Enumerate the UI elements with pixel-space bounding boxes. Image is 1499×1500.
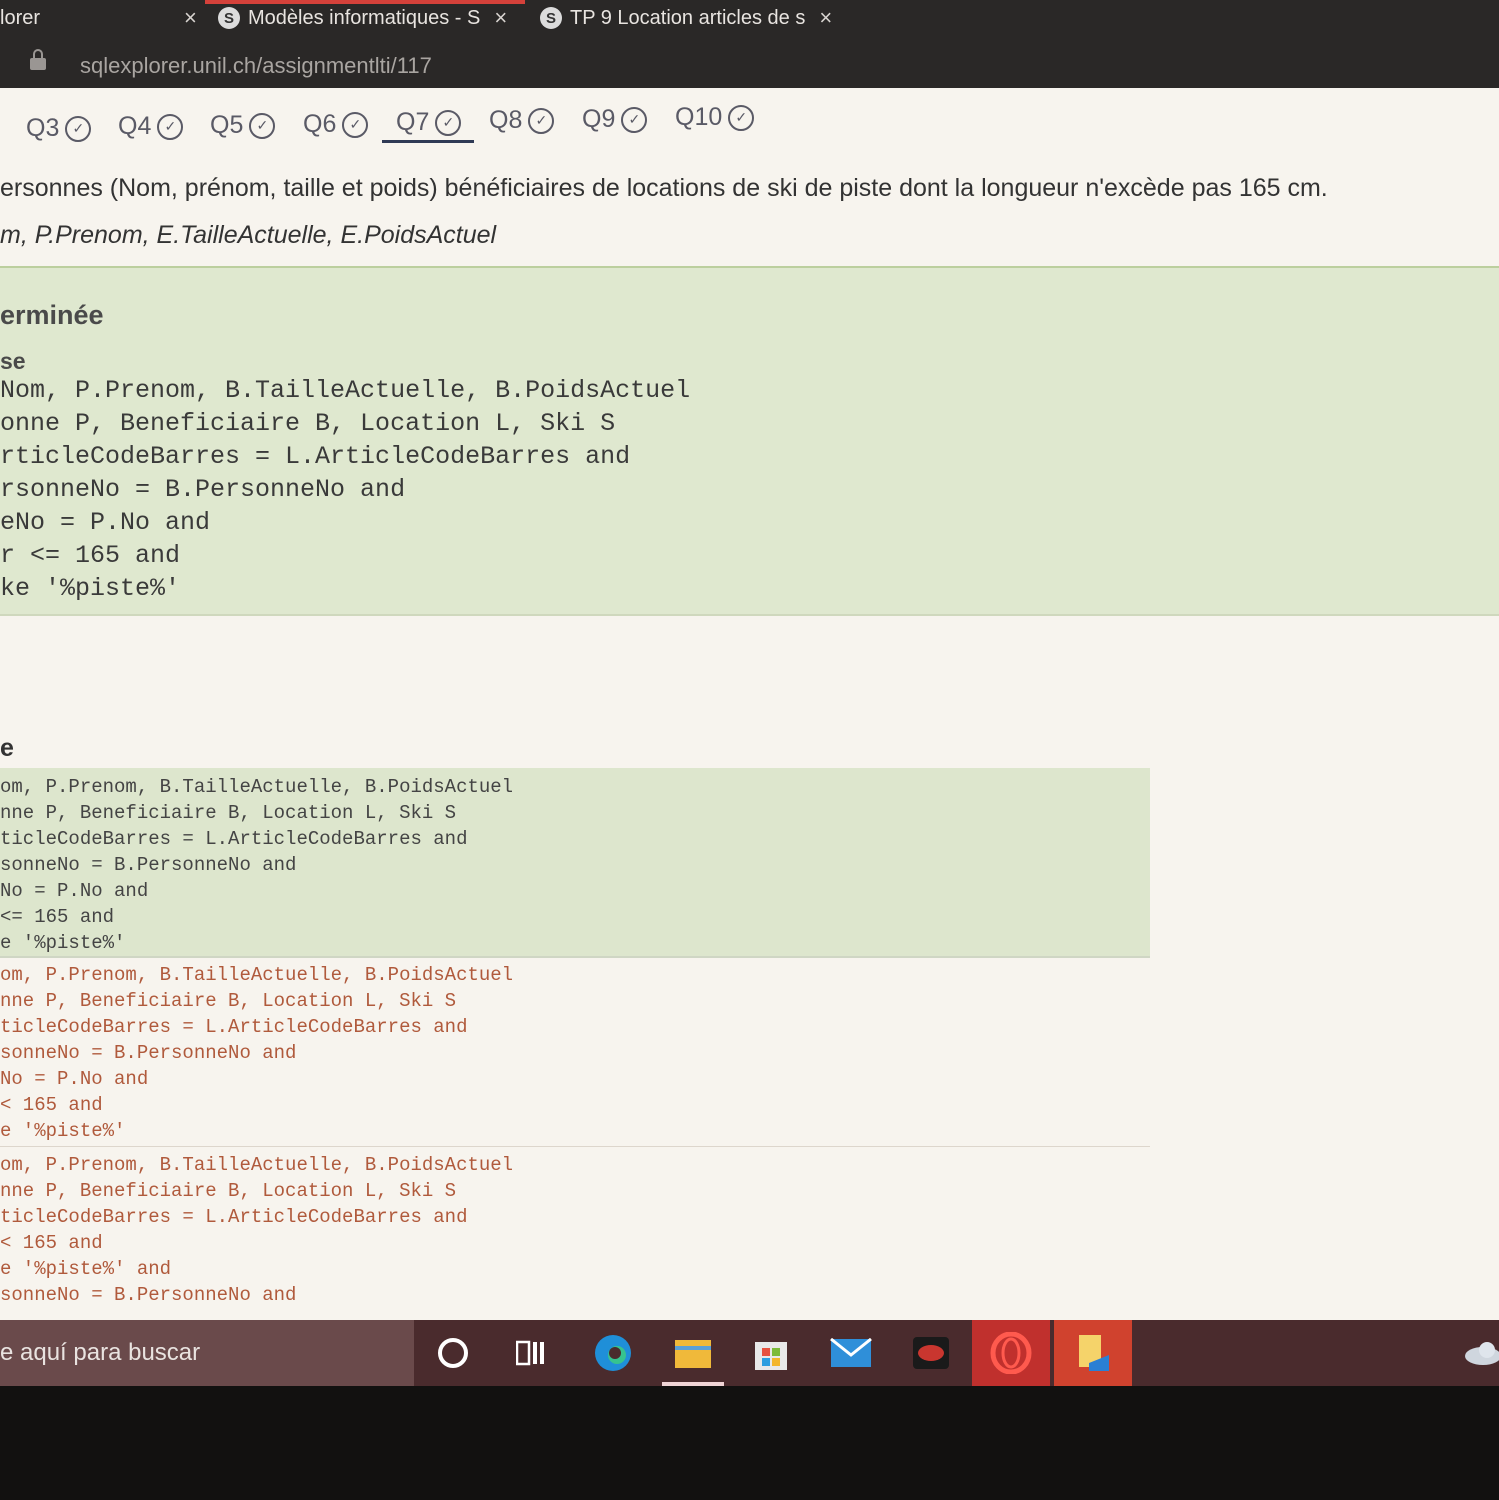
question-tab-q6[interactable]: Q6 ✓: [303, 110, 369, 139]
code-line: e '%piste%' and: [0, 1258, 172, 1280]
question-text: ersonnes (Nom, prénom, taille et poids) …: [0, 174, 1328, 202]
site-icon: S: [540, 7, 562, 29]
code-line: nne P, Beneficiaire B, Location L, Ski S: [0, 802, 457, 824]
check-circle-icon: ✓: [342, 111, 369, 138]
code-line: nne P, Beneficiaire B, Location L, Ski S: [0, 990, 457, 1012]
question-tab-label: Q7: [396, 108, 430, 136]
question-tab-label: Q5: [210, 111, 244, 139]
site-icon: S: [218, 7, 240, 29]
question-tab-label: Q4: [118, 112, 152, 140]
code-line: rticleCodeBarres = L.ArticleCodeBarres a…: [0, 442, 631, 471]
cortana-icon[interactable]: [430, 1330, 476, 1376]
code-line: om, P.Prenom, B.TailleActuelle, B.PoidsA…: [0, 776, 514, 798]
tab-label: lorer: [0, 6, 41, 29]
history-entry-3[interactable]: om, P.Prenom, B.TailleActuelle, B.PoidsA…: [0, 1152, 513, 1308]
code-line: sonneNo = B.PersonneNo and: [0, 1284, 297, 1306]
code-line: < 165 and: [0, 1094, 103, 1116]
check-circle-icon: ✓: [249, 112, 276, 139]
tab-sqlexplorer[interactable]: lorer ×: [0, 0, 200, 36]
close-icon[interactable]: ×: [184, 5, 197, 31]
history-entry-2[interactable]: om, P.Prenom, B.TailleActuelle, B.PoidsA…: [0, 962, 513, 1144]
code-line: ticleCodeBarres = L.ArticleCodeBarres an…: [0, 828, 468, 850]
question-tab-q3[interactable]: Q3 ✓: [26, 114, 92, 143]
history-entry-1[interactable]: om, P.Prenom, B.TailleActuelle, B.PoidsA…: [0, 774, 513, 956]
opera-icon[interactable]: [988, 1330, 1034, 1376]
code-line: onne P, Beneficiaire B, Location L, Ski …: [0, 409, 616, 438]
code-line: No = P.No and: [0, 1068, 149, 1090]
code-line: om, P.Prenom, B.TailleActuelle, B.PoidsA…: [0, 1154, 514, 1176]
assignment-page: Q3 ✓ Q4 ✓ Q5 ✓ Q6 ✓ Q7 ✓ Q8 ✓ Q9 ✓ Q10 ✓…: [0, 88, 1499, 1320]
code-line: eNo = P.No and: [0, 508, 211, 537]
url-path: /assignmentlti/117: [256, 53, 432, 78]
question-tab-label: Q8: [489, 106, 523, 134]
tab-tp9-location[interactable]: S TP 9 Location articles de s ×: [540, 0, 850, 36]
question-tab-label: Q10: [675, 103, 723, 131]
close-icon[interactable]: ×: [494, 5, 507, 31]
document-icon[interactable]: [1070, 1330, 1116, 1376]
code-line: ticleCodeBarres = L.ArticleCodeBarres an…: [0, 1206, 468, 1228]
check-circle-icon: ✓: [621, 106, 648, 133]
history-divider: [0, 1146, 1150, 1147]
code-line: sonneNo = B.PersonneNo and: [0, 854, 297, 876]
result-status: erminée: [0, 300, 104, 330]
weather-cloud-icon[interactable]: [1460, 1330, 1499, 1376]
expected-columns: m, P.Prenom, E.TailleActuelle, E.PoidsAc…: [0, 221, 497, 249]
taskbar-search-box[interactable]: e aquí para buscar: [0, 1320, 414, 1386]
question-nav: Q3 ✓ Q4 ✓ Q5 ✓ Q6 ✓ Q7 ✓ Q8 ✓ Q9 ✓ Q10 ✓: [0, 88, 1499, 158]
browser-tab-bar: lorer × S Modèles informatiques - S × S …: [0, 0, 1499, 36]
search-placeholder: e aquí para buscar: [0, 1339, 201, 1366]
edge-icon[interactable]: [590, 1330, 636, 1376]
store-icon[interactable]: [748, 1330, 794, 1376]
task-view-icon[interactable]: [508, 1330, 554, 1376]
tab-modeles-informatiques[interactable]: S Modèles informatiques - S ×: [218, 0, 523, 36]
question-tab-q10[interactable]: Q10 ✓: [675, 103, 755, 132]
check-circle-icon: ✓: [435, 109, 462, 136]
question-tab-label: Q6: [303, 110, 337, 138]
question-tab-q4[interactable]: Q4 ✓: [118, 112, 184, 141]
windows-taskbar: e aquí para buscar: [0, 1320, 1499, 1386]
code-line: Nom, P.Prenom, B.TailleActuelle, B.Poids…: [0, 376, 691, 405]
code-line: < 165 and: [0, 1232, 103, 1254]
app-icon[interactable]: [908, 1330, 954, 1376]
mail-icon[interactable]: [828, 1330, 874, 1376]
check-circle-icon: ✓: [728, 104, 755, 131]
check-circle-icon: ✓: [157, 113, 184, 140]
close-icon[interactable]: ×: [819, 5, 832, 31]
code-line: sonneNo = B.PersonneNo and: [0, 1042, 297, 1064]
submitted-query: Nom, P.Prenom, B.TailleActuelle, B.Poids…: [0, 374, 690, 605]
question-tab-q8[interactable]: Q8 ✓: [489, 106, 555, 135]
code-line: om, P.Prenom, B.TailleActuelle, B.PoidsA…: [0, 964, 514, 986]
file-explorer-icon[interactable]: [670, 1330, 716, 1376]
url-field[interactable]: sqlexplorer.unil.ch/assignmentlti/117: [80, 53, 432, 79]
tab-label: Modèles informatiques - S: [248, 6, 481, 29]
code-line: ticleCodeBarres = L.ArticleCodeBarres an…: [0, 1016, 468, 1038]
code-line: e '%piste%': [0, 932, 126, 954]
code-line: <= 165 and: [0, 906, 115, 928]
lock-icon: [30, 49, 46, 70]
question-tab-label: Q3: [26, 114, 60, 142]
tab-label: TP 9 Location articles de s: [570, 6, 806, 29]
url-domain: sqlexplorer.unil.ch: [80, 53, 257, 78]
question-tab-q9[interactable]: Q9 ✓: [582, 105, 648, 134]
check-circle-icon: ✓: [65, 115, 92, 142]
code-line: r <= 165 and: [0, 541, 181, 570]
code-line: e '%piste%': [0, 1120, 126, 1142]
result-subtitle: se: [0, 348, 26, 374]
check-circle-icon: ✓: [528, 107, 555, 134]
monitor-bezel: [0, 1386, 1499, 1500]
question-tab-q7[interactable]: Q7 ✓: [396, 108, 462, 137]
question-tab-label: Q9: [582, 105, 616, 133]
code-line: ke '%piste%': [0, 574, 181, 603]
question-tab-q5[interactable]: Q5 ✓: [210, 111, 276, 140]
history-label: e: [0, 734, 14, 762]
active-question-indicator: [382, 140, 474, 143]
code-line: rsonneNo = B.PersonneNo and: [0, 475, 406, 504]
code-line: nne P, Beneficiaire B, Location L, Ski S: [0, 1180, 457, 1202]
code-line: No = P.No and: [0, 880, 149, 902]
